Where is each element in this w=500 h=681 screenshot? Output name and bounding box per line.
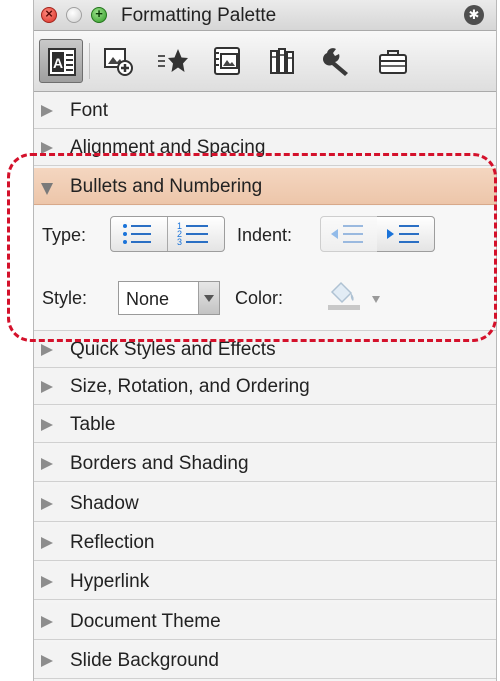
- svg-text:3: 3: [177, 237, 182, 247]
- indent-label: Indent:: [237, 225, 293, 245]
- type-label: Type:: [42, 225, 87, 245]
- section-reflection[interactable]: Reflection: [34, 524, 496, 561]
- disclosure-triangle-icon: [41, 105, 53, 117]
- type-segmented-control: 1 2 3: [110, 216, 225, 252]
- section-font[interactable]: Font: [34, 92, 496, 129]
- bullet-color-button[interactable]: [324, 278, 364, 312]
- disclosure-triangle-icon: [41, 142, 53, 154]
- disclosure-triangle-icon: [41, 655, 53, 667]
- increase-indent-wrapper: [377, 216, 435, 252]
- svg-text:A: A: [53, 55, 63, 71]
- title-bar[interactable]: × + Formatting Palette ✱: [34, 0, 496, 31]
- minimize-button[interactable]: [66, 7, 82, 23]
- compatibility-tab-button[interactable]: [316, 39, 360, 83]
- paint-bucket-icon: [328, 281, 360, 310]
- decrease-indent-button[interactable]: [321, 217, 377, 251]
- toolbar-divider: [89, 43, 90, 79]
- section-size-rotation-ordering[interactable]: Size, Rotation, and Ordering: [34, 368, 496, 405]
- insert-object-tab-button[interactable]: [96, 39, 140, 83]
- style-label: Style:: [42, 288, 88, 308]
- disclosure-triangle-icon: [41, 616, 53, 628]
- disclosure-triangle-icon: [41, 419, 53, 431]
- books-icon: [270, 48, 294, 74]
- text-box-icon: A: [48, 48, 76, 76]
- window-title: Formatting Palette: [121, 5, 277, 26]
- dropdown-arrow-icon: [198, 282, 219, 314]
- numbering-button[interactable]: 1 2 3: [168, 217, 224, 251]
- section-label: Bullets and Numbering: [70, 176, 263, 197]
- disclosure-triangle-icon: [41, 381, 53, 393]
- section-hyperlink[interactable]: Hyperlink: [34, 563, 496, 600]
- increase-indent-icon: [387, 225, 419, 243]
- numbered-list-icon: 1 2 3: [177, 221, 208, 247]
- section-alignment-and-spacing[interactable]: Alignment and Spacing: [34, 129, 496, 166]
- section-label: Alignment and Spacing: [70, 137, 266, 158]
- section-table[interactable]: Table: [34, 406, 496, 443]
- section-label: Font: [70, 100, 109, 121]
- quick-styles-tab-button[interactable]: [151, 39, 195, 83]
- bullets-and-numbering-panel: Type: 1 2 3 Indent: Style: None Color:: [34, 206, 496, 331]
- section-bullets-and-numbering[interactable]: Bullets and Numbering: [34, 168, 496, 205]
- style-select[interactable]: None: [118, 281, 220, 315]
- section-label: Slide Background: [70, 650, 219, 671]
- section-shadow[interactable]: Shadow: [34, 485, 496, 522]
- briefcase-icon: [379, 50, 407, 74]
- disclosure-triangle-icon: [41, 498, 53, 510]
- wrench-icon: [323, 48, 348, 76]
- section-quick-styles-and-effects[interactable]: Quick Styles and Effects: [34, 331, 496, 368]
- formatting-palette: × + Formatting Palette ✱ A Font Alignmen…: [33, 0, 497, 681]
- disclosure-triangle-open-icon: [41, 183, 53, 195]
- project-palette-tab-button[interactable]: [371, 39, 415, 83]
- close-icon: ×: [45, 6, 53, 21]
- disclosure-triangle-icon: [41, 458, 53, 470]
- scrapbook-icon: [214, 47, 240, 75]
- section-label: Size, Rotation, and Ordering: [70, 376, 310, 397]
- insert-picture-icon: [104, 48, 133, 76]
- bullets-button[interactable]: [111, 217, 167, 251]
- section-label: Document Theme: [70, 611, 221, 632]
- section-label: Borders and Shading: [70, 453, 249, 474]
- gear-icon: ✱: [468, 7, 480, 22]
- scrapbook-tab-button[interactable]: [206, 39, 250, 83]
- text-tab-button[interactable]: A: [39, 39, 83, 83]
- increase-indent-button[interactable]: [377, 217, 434, 251]
- color-dropdown-arrow-icon[interactable]: [372, 296, 380, 303]
- close-button[interactable]: ×: [41, 6, 57, 23]
- section-slide-background[interactable]: Slide Background: [34, 642, 496, 679]
- section-label: Table: [70, 414, 116, 435]
- section-label: Hyperlink: [70, 571, 150, 592]
- section-label: Reflection: [70, 532, 155, 553]
- style-select-value: None: [126, 289, 170, 309]
- color-label: Color:: [235, 288, 284, 308]
- decrease-indent-icon: [331, 225, 363, 243]
- section-document-theme[interactable]: Document Theme: [34, 603, 496, 640]
- reference-tools-tab-button[interactable]: [261, 39, 305, 83]
- gear-menu-button[interactable]: ✱: [464, 5, 484, 25]
- bulleted-list-icon: [123, 224, 151, 244]
- plus-icon: +: [95, 6, 103, 21]
- palette-toolbar: A: [34, 31, 496, 92]
- disclosure-triangle-icon: [41, 344, 53, 356]
- disclosure-triangle-icon: [41, 537, 53, 549]
- section-label: Shadow: [70, 493, 139, 514]
- disclosure-triangle-icon: [41, 576, 53, 588]
- section-borders-and-shading[interactable]: Borders and Shading: [34, 445, 496, 482]
- star-list-icon: [158, 49, 188, 72]
- section-label: Quick Styles and Effects: [70, 339, 276, 360]
- zoom-button[interactable]: +: [91, 6, 107, 23]
